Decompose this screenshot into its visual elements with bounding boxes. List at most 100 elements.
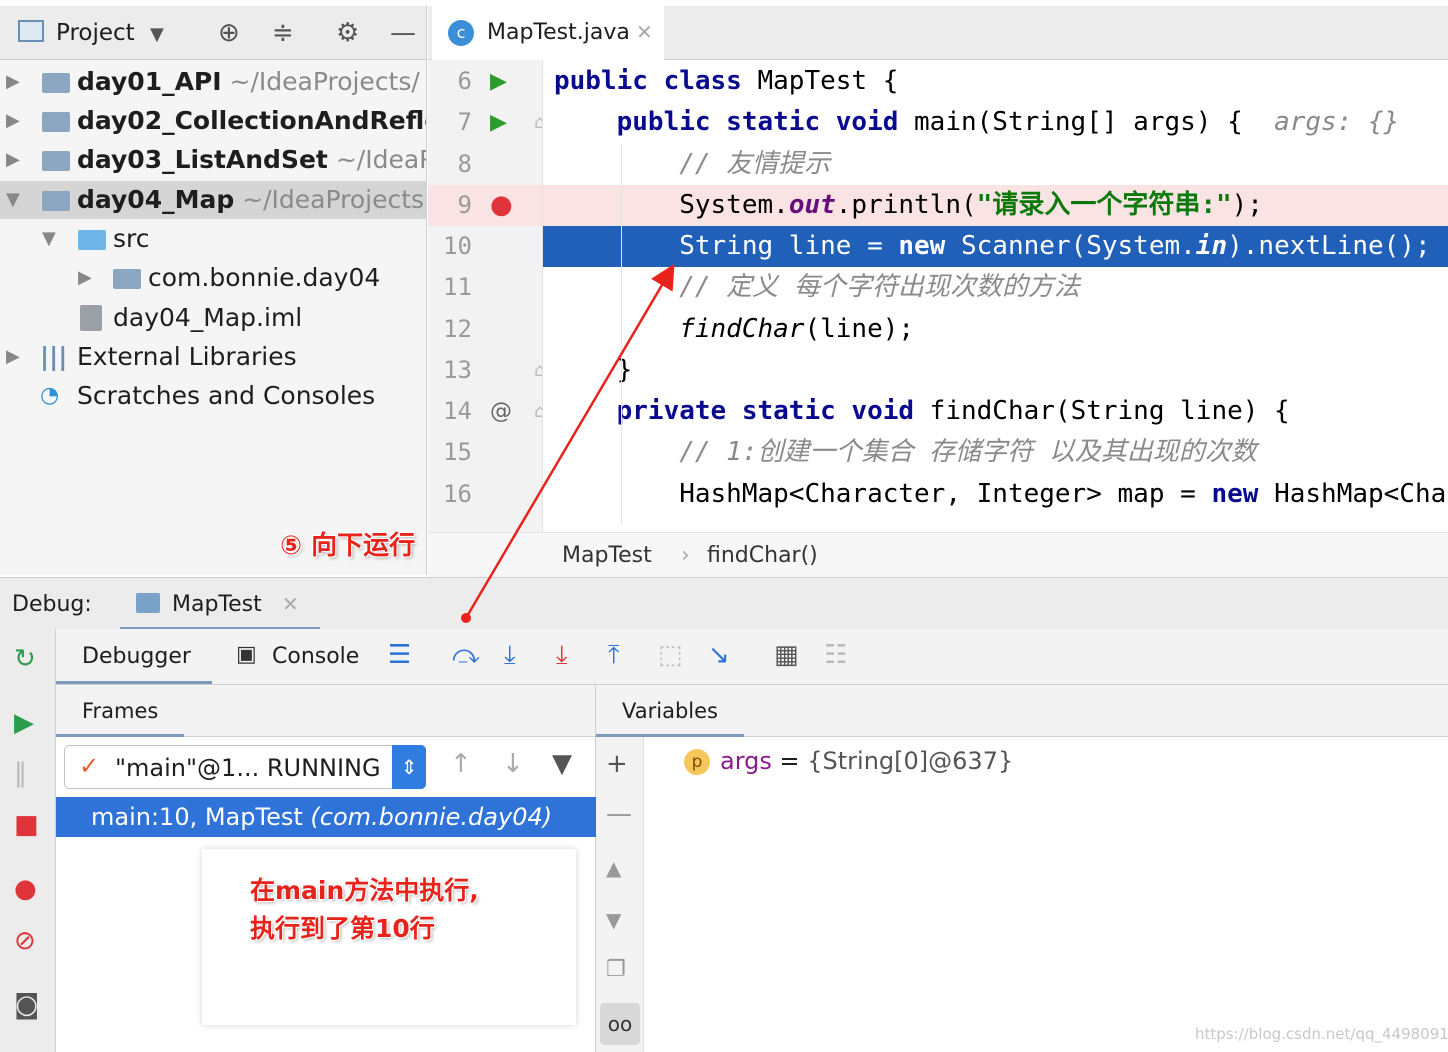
expand-arrow-icon[interactable]: ▶ (78, 259, 92, 297)
editor-gutter: 6 7 8 9 10 11 12 13 14 15 16 ▶ ▶ ● @ ⌂ ⌂… (428, 60, 543, 532)
code-line: // 定义 每个字符出现次数的方法 (554, 272, 1080, 302)
code-editor[interactable]: public class MapTest { public static voi… (543, 60, 1448, 532)
remove-watch-icon[interactable]: — (606, 799, 632, 829)
variables-panel: p args = {String[0]@637} (644, 737, 1448, 1052)
trace-icon[interactable]: ☷ (824, 639, 847, 671)
fold-icon[interactable]: ⌂ (534, 350, 542, 391)
annotation-box: 在main方法中执行, 执行到了第10行 (202, 849, 576, 1025)
tree-item-libraries[interactable]: ▶ ||| External Libraries (0, 338, 426, 376)
rerun-icon[interactable]: ↻ (14, 645, 36, 673)
debug-label: Debug: (12, 592, 92, 617)
arrow-up-icon[interactable]: ↑ (450, 749, 472, 779)
session-tab-label: MapTest (172, 592, 262, 617)
filter-icon[interactable]: ▼ (552, 749, 572, 779)
step-into-icon[interactable]: ⤓ (504, 639, 516, 671)
expand-arrow-icon[interactable]: ▶ (6, 141, 20, 179)
close-icon[interactable]: ✕ (282, 592, 299, 616)
tab-debugger[interactable]: Debugger (82, 629, 191, 685)
tab-maptest-java[interactable]: c MapTest.java ✕ (432, 6, 664, 60)
tree-item-label: day01_API (77, 67, 222, 96)
watermark: https://blog.csdn.net/qq_44980917 (1195, 1025, 1448, 1043)
tree-item-day01[interactable]: ▶ day01_API ~/IdeaProjects/ (0, 63, 426, 101)
run-icon[interactable]: ▶ (490, 102, 507, 143)
expand-arrow-icon[interactable]: ▶ (6, 102, 20, 140)
line-number: 10 (443, 232, 472, 260)
tree-item-package[interactable]: ▶ com.bonnie.day04 (0, 259, 426, 297)
project-title[interactable]: Project (56, 20, 135, 46)
expand-arrow-icon[interactable]: ▶ (6, 63, 20, 101)
view-breakpoints-icon[interactable]: ● (14, 875, 37, 903)
move-up-icon[interactable]: ▲ (606, 853, 621, 883)
tree-item-label: day04_Map (77, 185, 235, 214)
module-folder-icon (42, 112, 70, 132)
run-icon[interactable]: ▶ (490, 61, 507, 102)
collapse-arrow-icon[interactable]: ▼ (6, 181, 20, 219)
layout-icon[interactable]: ☰ (388, 639, 411, 671)
tree-item-day03[interactable]: ▶ day03_ListAndSet ~/IdeaP (0, 141, 427, 179)
drop-frame-icon[interactable]: ⬚ (658, 639, 683, 671)
expand-arrow-icon[interactable]: ▶ (6, 338, 20, 376)
tree-item-day04[interactable]: ▼ day04_Map ~/IdeaProjects (0, 181, 426, 219)
breakpoint-icon[interactable]: ● (490, 185, 513, 226)
step-over-icon[interactable]: ⤼ (452, 639, 480, 671)
tree-item-path: ~/IdeaProjects/ (229, 67, 420, 96)
evaluate-expression-icon[interactable]: ▦ (774, 639, 799, 671)
frames-title[interactable]: Frames (82, 699, 158, 723)
collapse-arrow-icon[interactable]: ▼ (42, 220, 56, 258)
close-icon[interactable]: ✕ (636, 20, 653, 44)
variable-equals: = (771, 747, 808, 775)
breadcrumb-class[interactable]: MapTest (562, 543, 652, 568)
copy-icon[interactable]: ❐ (606, 955, 626, 985)
thread-selector[interactable]: ✓ "main"@1... RUNNING ⇕ (64, 745, 426, 789)
glasses-icon[interactable]: oo (600, 1003, 640, 1045)
collapse-all-icon[interactable]: ≑ (272, 18, 294, 48)
variable-row[interactable]: p args = {String[0]@637} (684, 745, 1013, 777)
gear-icon[interactable]: ⚙ (336, 18, 359, 48)
tree-item-scratches[interactable]: ◔ Scratches and Consoles (0, 377, 426, 415)
check-icon: ✓ (79, 752, 100, 780)
tree-item-path: ~/IdeaP (335, 145, 427, 174)
resume-icon[interactable]: ▶ (14, 709, 34, 737)
pause-icon[interactable]: ‖ (14, 759, 27, 787)
fold-icon[interactable]: ⌂ (534, 102, 542, 143)
tree-item-iml[interactable]: day04_Map.iml (0, 299, 426, 337)
add-watch-icon[interactable]: + (606, 749, 628, 779)
frame-row[interactable]: main:10, MapTest (com.bonnie.day04) (56, 797, 596, 837)
breadcrumb-method[interactable]: findChar() (707, 543, 818, 568)
step-out-icon[interactable]: ⤒ (608, 639, 620, 671)
tree-item-day02[interactable]: ▶ day02_CollectionAndRefle (0, 102, 426, 140)
stop-icon[interactable]: ■ (14, 811, 39, 839)
move-down-icon[interactable]: ▼ (606, 905, 621, 935)
arrow-down-icon[interactable]: ↓ (502, 749, 524, 779)
minimize-icon[interactable]: — (390, 18, 416, 48)
annotation-line: 执行到了第10行 (250, 914, 435, 943)
variables-title[interactable]: Variables (622, 699, 718, 723)
fold-icon[interactable]: ⌂ (534, 391, 542, 432)
tree-item-label: day03_ListAndSet (77, 145, 328, 174)
line-number: 9 (428, 185, 542, 226)
mute-breakpoints-icon[interactable]: ⊘ (14, 927, 36, 955)
camera-icon[interactable]: ◙ (14, 991, 39, 1019)
force-step-into-icon[interactable]: ⤓ (556, 639, 568, 671)
debugger-toolbar: Debugger ▣ Console ☰ ⤼ ⤓ ⤓ ⤒ ⬚ ↘ ▦ ☷ (56, 629, 1448, 685)
project-panel-header: Project ▼ ⊕ ≑ ⚙ — (0, 6, 427, 60)
run-to-cursor-icon[interactable]: ↘ (708, 639, 730, 671)
tab-console[interactable]: Console (272, 629, 359, 685)
indent-guide (621, 144, 622, 524)
debug-session-tab[interactable]: MapTest ✕ (120, 578, 320, 630)
tree-item-src[interactable]: ▼ src (0, 220, 426, 258)
dropdown-icon[interactable]: ⇕ (392, 745, 426, 789)
chevron-down-icon[interactable]: ▼ (150, 20, 164, 50)
locate-icon[interactable]: ⊕ (218, 18, 240, 48)
module-folder-icon (42, 151, 70, 171)
debug-tool-window-header: Debug: MapTest ✕ (0, 577, 1448, 630)
tree-item-label: Scratches and Consoles (77, 381, 376, 410)
line-number: 7 (457, 108, 472, 136)
line-number: 14 (443, 397, 472, 425)
implements-icon[interactable]: @ (490, 391, 512, 432)
source-folder-icon (78, 230, 106, 250)
chevron-right-icon: › (681, 543, 690, 568)
inline-debug-hint: args: {} (1274, 107, 1400, 137)
frames-header: Frames (56, 685, 596, 737)
line-number: 6 (457, 67, 472, 95)
